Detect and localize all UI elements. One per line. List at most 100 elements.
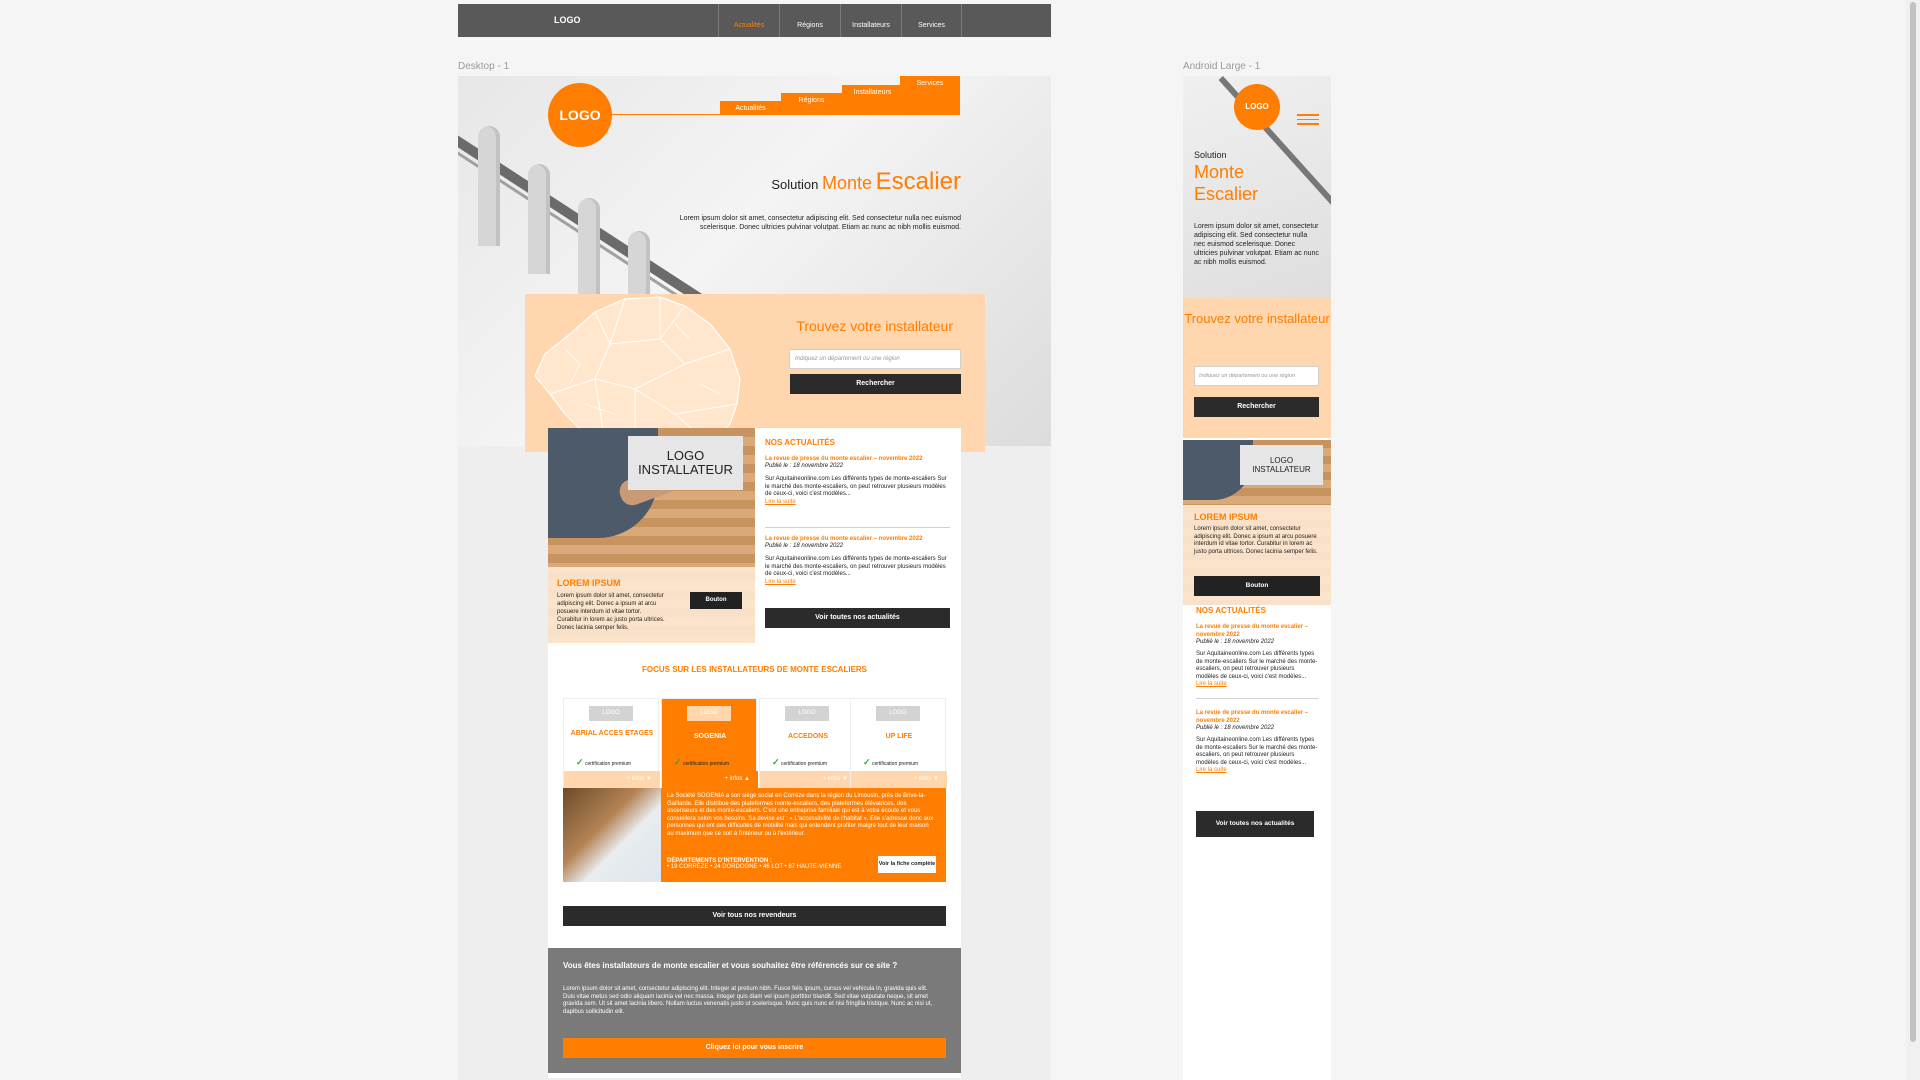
nav-tab-actualites[interactable]: Actualités [720,101,781,114]
card-certification: ✓ certification premium [772,757,827,768]
vertical-scrollbar[interactable] [1906,0,1920,1080]
nav-item-actualites[interactable]: Actualités [718,4,779,37]
news-article: La revue de presse du monte escalier – n… [1196,710,1318,773]
installer-card-selected[interactable]: LOGO SOGENIA ✓ certification premium + i… [661,698,758,788]
mobile-hero-title: Solution Monte Escalier [1194,150,1258,205]
installer-card[interactable]: LOGO ACCEDONS ✓ certification premium + … [759,698,856,788]
article-date: Publié le : 18 novembre 2022 [765,463,844,469]
nav-item-regions[interactable]: Régions [779,4,840,37]
card-cert-label: certification premium [682,761,730,767]
card-certification: ✓ certification premium [576,757,631,768]
top-nav-bar: LOGO Actualités Régions Installateurs Se… [458,4,1051,37]
main-content: LOGO INSTALLATEUR LOREM IPSUM Lorem ipsu… [548,428,961,1078]
nav-tab-services[interactable]: Services [900,76,960,114]
nav-tab-installateurs[interactable]: Installateurs [842,85,903,114]
article-date: Publié le : 18 novembre 2022 [1196,725,1275,731]
scrollbar-thumb[interactable] [1910,2,1916,1042]
detail-departments: DÉPARTEMENTS D'INTERVENTION : • 19 CORRÈ… [667,858,841,870]
finder-search-button[interactable]: Rechercher [790,374,961,394]
article-body: Sur Aquitaineonline.com Les différents t… [1196,651,1318,680]
check-icon: ✓ [674,757,682,767]
hamburger-menu-icon[interactable] [1297,114,1319,128]
check-icon: ✓ [863,757,871,767]
nav-item-installateurs[interactable]: Installateurs [840,4,901,37]
check-icon: ✓ [772,757,780,767]
mobile-hero-text: Lorem ipsum dolor sit amet, consectetur … [1194,223,1319,266]
read-more-link[interactable]: Lire la suite [1196,767,1318,773]
register-button[interactable]: Cliquez ici pour vous inscrire [563,1038,946,1058]
news-divider [765,527,950,528]
join-title: Vous êtes installateurs de monte escalie… [563,961,898,970]
mobile-all-news-button[interactable]: Voir toutes nos actualités [1196,811,1314,837]
article-body: Sur Aquitaineonline.com Les différents t… [1196,737,1318,766]
news-heading: NOS ACTUALITÉS [765,438,835,447]
mobile-finder-title: Trouvez votre installateur [1184,311,1330,326]
mobile-search-input[interactable]: Indiquez un département ou une région [1194,366,1319,386]
article-title[interactable]: La revue de presse du monte escalier – n… [765,456,950,462]
card-name: SOGENIA [693,733,727,740]
all-resellers-button[interactable]: Voir tous nos revendeurs [563,906,946,926]
read-more-link[interactable]: Lire la suite [765,579,950,585]
promo-button[interactable]: Bouton [690,592,742,609]
desktop-artboard: LOGO Actualités Régions Installateurs Se… [458,76,1051,1080]
card-logo: LOGO [785,706,829,721]
mobile-hero: LOGO Solution Monte Escalier Lorem ipsum… [1183,76,1331,298]
card-cert-label: certification premium [780,761,828,767]
card-logo: LOGO [876,706,920,721]
site-logo[interactable]: LOGO [548,83,612,147]
desktop-frame-label[interactable]: Desktop - 1 [458,61,509,72]
mobile-search-button[interactable]: Rechercher [1194,397,1319,417]
mobile-logo[interactable]: LOGO [1234,84,1280,130]
focus-title: FOCUS SUR LES INSTALLATEURS DE MONTE ESC… [641,665,868,674]
installer-logo-box: LOGO INSTALLATEUR [1240,445,1323,485]
all-news-button[interactable]: Voir toutes nos actualités [765,608,950,628]
mobile-news-heading: NOS ACTUALITÉS [1196,606,1266,615]
logo-underline [612,114,960,115]
installer-promo: LOGO INSTALLATEUR LOREM IPSUM Lorem ipsu… [548,428,755,643]
card-info-toggle[interactable]: + infos ▼ [851,771,947,788]
read-more-link[interactable]: Lire la suite [765,499,950,505]
join-text: Lorem ipsum dolor sit amet, consectetur … [563,986,933,1015]
card-name: ABRIAL ACCES ETAGES [570,730,654,737]
installer-card[interactable]: LOGO UP LIFE ✓ certification premium + i… [850,698,947,788]
article-title[interactable]: La revue de presse du monte escalier – n… [1196,624,1318,639]
baluster [578,198,600,298]
promo-text: Lorem ipsum dolor sit amet, consectetur … [557,593,665,631]
nav-item-services[interactable]: Services [901,4,962,37]
hero-title-c: Escalier [875,168,961,195]
promo-title: LOREM IPSUM [557,578,621,588]
card-cert-label: certification premium [584,761,632,767]
article-title[interactable]: La revue de presse du monte escalier – n… [1196,710,1318,725]
installer-cards: LOGO ABRIAL ACCES ETAGES ✓ certification… [563,698,947,882]
installer-card[interactable]: LOGO ABRIAL ACCES ETAGES ✓ certification… [563,698,660,788]
read-more-link[interactable]: Lire la suite [1196,681,1318,687]
stairlift-photo [563,788,661,882]
nav-items: Actualités Régions Installateurs Service… [718,4,962,37]
baluster [478,126,500,246]
card-info-toggle[interactable]: + infos ▲ [662,771,758,788]
mobile-promo-text: Lorem ipsum dolor sit amet, consectetur … [1194,526,1318,555]
mobile-promo-button[interactable]: Bouton [1194,576,1320,596]
mobile-promo: LOGO INSTALLATEUR LOREM IPSUM Lorem ipsu… [1183,440,1331,605]
check-icon: ✓ [576,757,584,767]
mobile-frame-label[interactable]: Android Large - 1 [1183,61,1260,72]
card-certification: ✓ certification premium [674,757,729,768]
article-body: Sur Aquitaineonline.com Les différents t… [765,556,947,577]
installer-detail-panel: La Société SOGENIA a son siège social en… [563,788,946,882]
nav-logo[interactable]: LOGO [554,15,581,25]
baluster [528,164,550,274]
article-date: Publié le : 18 novembre 2022 [765,543,844,549]
mobile-title-c: Escalier [1194,184,1259,204]
article-title[interactable]: La revue de presse du monte escalier – n… [765,536,950,542]
departments-list: • 19 CORRÈZE • 24 DORDOGNE • 46 LOT • 87… [667,864,842,870]
nav-tab-regions[interactable]: Régions [781,93,842,114]
card-info-toggle[interactable]: + infos ▼ [564,771,660,788]
card-info-toggle[interactable]: + infos ▼ [760,771,856,788]
news-article: La revue de presse du monte escalier – n… [1196,624,1318,687]
mobile-finder: Trouvez votre installateur Indiquez un d… [1183,298,1331,438]
installer-logo-box: LOGO INSTALLATEUR [628,436,743,490]
finder-search-input[interactable]: Indiquez un département ou une région [789,349,961,369]
card-cert-label: certification premium [871,761,919,767]
full-profile-button[interactable]: Voir la fiche complète [878,856,936,873]
article-date: Publié le : 18 novembre 2022 [1196,639,1275,645]
